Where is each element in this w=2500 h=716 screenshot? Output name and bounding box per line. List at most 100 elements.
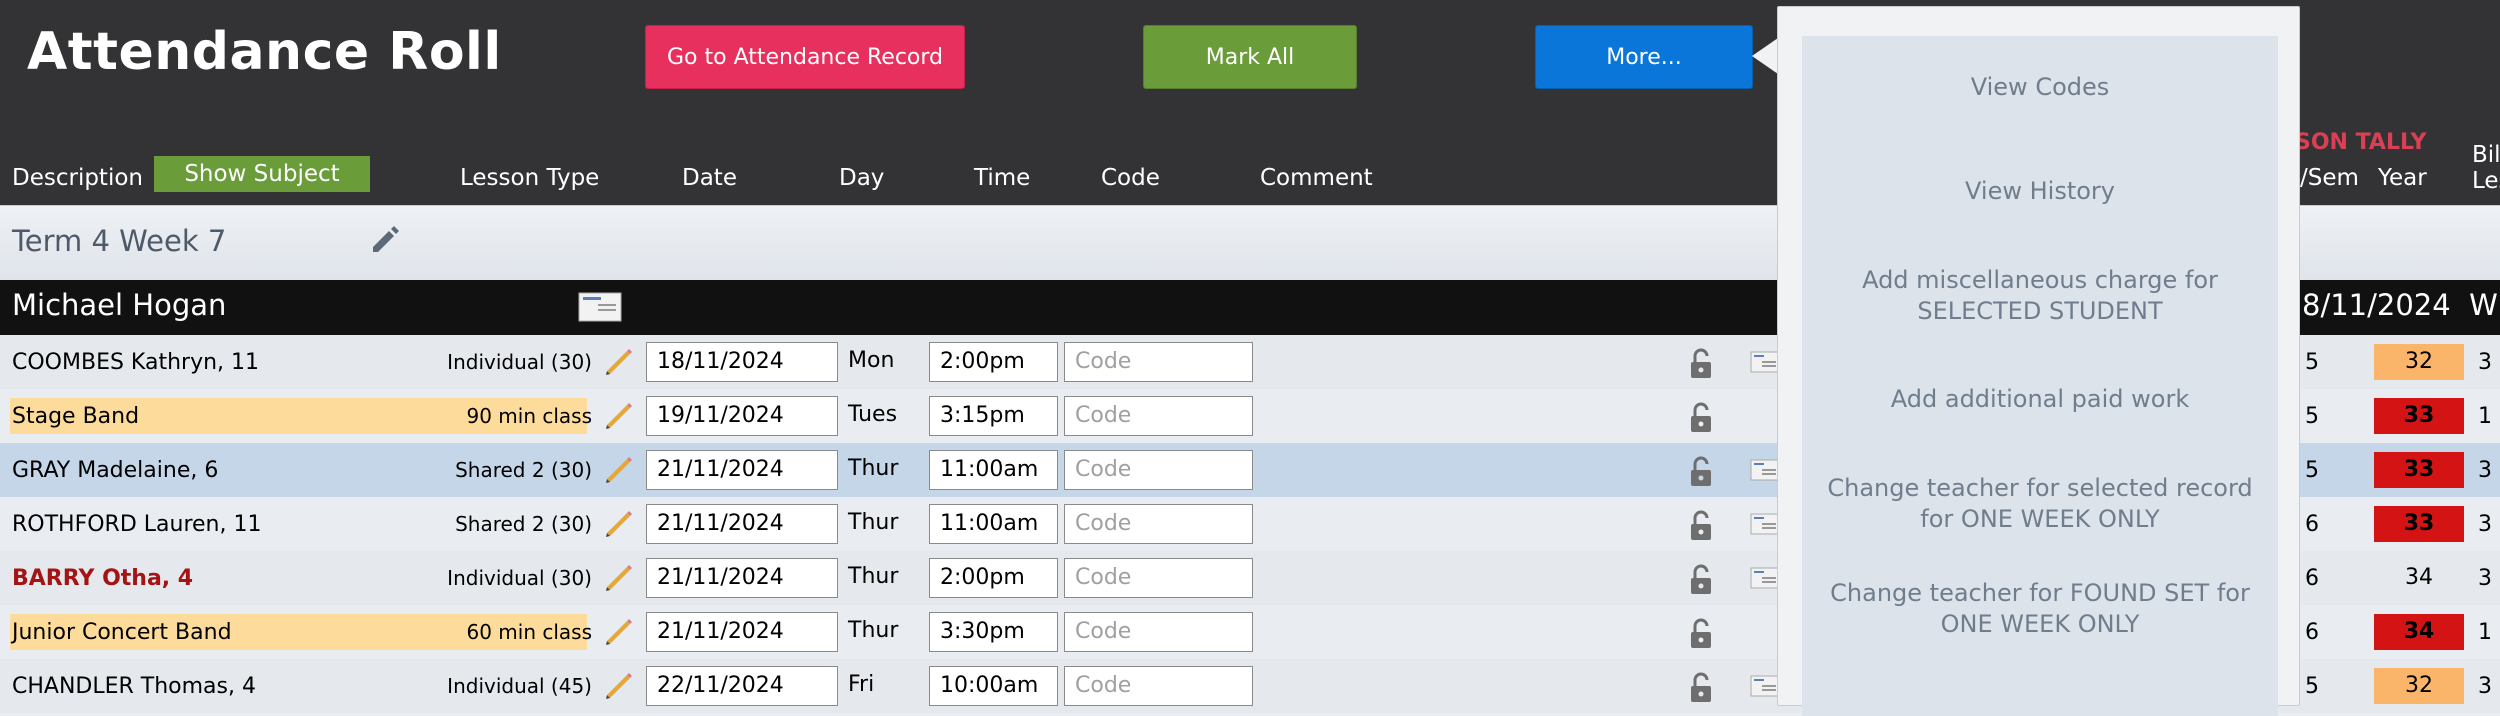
unlock-icon[interactable] — [1686, 402, 1716, 434]
day-label: Thur — [848, 456, 899, 481]
column-header-term-sem: /Sem — [2300, 165, 2359, 191]
pencil-icon[interactable] — [604, 509, 634, 539]
lesson-type: Shared 2 (30) — [455, 512, 592, 536]
tally-term: 5 — [2305, 404, 2319, 429]
tally-year: 32 — [2374, 668, 2464, 704]
tally-billed: 3 — [2478, 458, 2492, 483]
week-start-date: 8/11/2024 W — [2302, 288, 2498, 322]
show-subject-button[interactable]: Show Subject — [154, 156, 370, 192]
time-field[interactable]: 3:15pm — [929, 396, 1058, 436]
popover-arrow — [1752, 38, 1778, 74]
tally-year: 33 — [2374, 398, 2464, 434]
unlock-icon[interactable] — [1686, 564, 1716, 596]
date-field[interactable]: 22/11/2024 — [646, 666, 838, 706]
tally-billed: 1 — [2478, 404, 2492, 429]
menu-item-view-codes[interactable]: View Codes — [1802, 72, 2278, 103]
more-button[interactable]: More... — [1535, 25, 1753, 89]
unlock-icon[interactable] — [1686, 510, 1716, 542]
term-week-label: Term 4 Week 7 — [12, 224, 227, 258]
pencil-icon[interactable] — [604, 671, 634, 701]
edit-pencil-icon[interactable] — [367, 222, 401, 256]
email-icon[interactable] — [1750, 567, 1780, 589]
time-field[interactable]: 10:00am — [929, 666, 1058, 706]
email-icon[interactable] — [1750, 513, 1780, 535]
teacher-name: Michael Hogan — [12, 288, 227, 322]
pencil-icon[interactable] — [604, 347, 634, 377]
tally-term: 5 — [2305, 674, 2319, 699]
unlock-icon[interactable] — [1686, 672, 1716, 704]
day-label: Fri — [848, 672, 875, 697]
column-header-time: Time — [974, 165, 1031, 191]
tally-term: 6 — [2305, 512, 2319, 537]
pencil-icon[interactable] — [604, 563, 634, 593]
student-name: BARRY Otha, 4 — [12, 566, 194, 591]
date-field[interactable]: 18/11/2024 — [646, 342, 838, 382]
column-header-year: Year — [2378, 165, 2427, 191]
menu-item-change-teacher-found-set[interactable]: Change teacher for FOUND SET for ONE WEE… — [1802, 578, 2278, 640]
lesson-type: Shared 2 (30) — [455, 458, 592, 482]
lesson-tally-title: SON TALLY — [2295, 130, 2427, 155]
page-title: Attendance Roll — [27, 22, 502, 82]
tally-billed: 3 — [2478, 674, 2492, 699]
column-header-day: Day — [839, 165, 885, 191]
day-label: Thur — [848, 618, 899, 643]
time-field[interactable]: 3:30pm — [929, 612, 1058, 652]
code-field[interactable]: Code — [1064, 342, 1253, 382]
date-field[interactable]: 21/11/2024 — [646, 558, 838, 598]
day-label: Thur — [848, 564, 899, 589]
student-name: COOMBES Kathryn, 11 — [12, 350, 260, 375]
code-field[interactable]: Code — [1064, 666, 1253, 706]
column-header-comment: Comment — [1260, 165, 1373, 191]
menu-item-view-history[interactable]: View History — [1802, 176, 2278, 207]
time-field[interactable]: 11:00am — [929, 504, 1058, 544]
tally-term: 5 — [2305, 458, 2319, 483]
lesson-type: 60 min class — [466, 620, 592, 644]
email-icon[interactable] — [1750, 675, 1780, 697]
column-header-lessons: Les — [2472, 168, 2500, 194]
tally-year: 32 — [2374, 344, 2464, 380]
column-header-date: Date — [682, 165, 737, 191]
email-icon[interactable] — [1750, 459, 1780, 481]
mark-all-button[interactable]: Mark All — [1143, 25, 1357, 89]
lesson-type: Individual (45) — [447, 674, 592, 698]
unlock-icon[interactable] — [1686, 348, 1716, 380]
pencil-icon[interactable] — [604, 617, 634, 647]
lesson-type: Individual (30) — [447, 350, 592, 374]
tally-billed: 3 — [2478, 512, 2492, 537]
tally-term: 5 — [2305, 350, 2319, 375]
student-name: ROTHFORD Lauren, 11 — [12, 512, 262, 537]
day-label: Thur — [848, 510, 899, 535]
tally-term: 6 — [2305, 620, 2319, 645]
date-field[interactable]: 19/11/2024 — [646, 396, 838, 436]
menu-item-add-misc-charge[interactable]: Add miscellaneous charge for SELECTED ST… — [1802, 265, 2278, 327]
tally-year: 34 — [2374, 614, 2464, 650]
code-field[interactable]: Code — [1064, 558, 1253, 598]
column-header-code: Code — [1101, 165, 1160, 191]
date-field[interactable]: 21/11/2024 — [646, 504, 838, 544]
email-icon[interactable] — [1750, 351, 1780, 373]
time-field[interactable]: 2:00pm — [929, 342, 1058, 382]
menu-item-add-paid-work[interactable]: Add additional paid work — [1802, 384, 2278, 415]
code-field[interactable]: Code — [1064, 450, 1253, 490]
pencil-icon[interactable] — [604, 401, 634, 431]
code-field[interactable]: Code — [1064, 396, 1253, 436]
unlock-icon[interactable] — [1686, 456, 1716, 488]
menu-item-change-teacher-selected[interactable]: Change teacher for selected record for O… — [1802, 473, 2278, 535]
go-to-attendance-record-button[interactable]: Go to Attendance Record — [645, 25, 965, 89]
email-icon[interactable] — [578, 292, 622, 322]
time-field[interactable]: 2:00pm — [929, 558, 1058, 598]
pencil-icon[interactable] — [604, 455, 634, 485]
tally-billed: 1 — [2478, 620, 2492, 645]
day-label: Mon — [848, 348, 895, 373]
code-field[interactable]: Code — [1064, 504, 1253, 544]
code-field[interactable]: Code — [1064, 612, 1253, 652]
tally-year: 33 — [2374, 506, 2464, 542]
day-label: Tues — [848, 402, 898, 427]
date-field[interactable]: 21/11/2024 — [646, 612, 838, 652]
unlock-icon[interactable] — [1686, 618, 1716, 650]
tally-billed: 3 — [2478, 566, 2492, 591]
date-field[interactable]: 21/11/2024 — [646, 450, 838, 490]
student-name: GRAY Madelaine, 6 — [12, 458, 219, 483]
time-field[interactable]: 11:00am — [929, 450, 1058, 490]
tally-year: 33 — [2374, 452, 2464, 488]
